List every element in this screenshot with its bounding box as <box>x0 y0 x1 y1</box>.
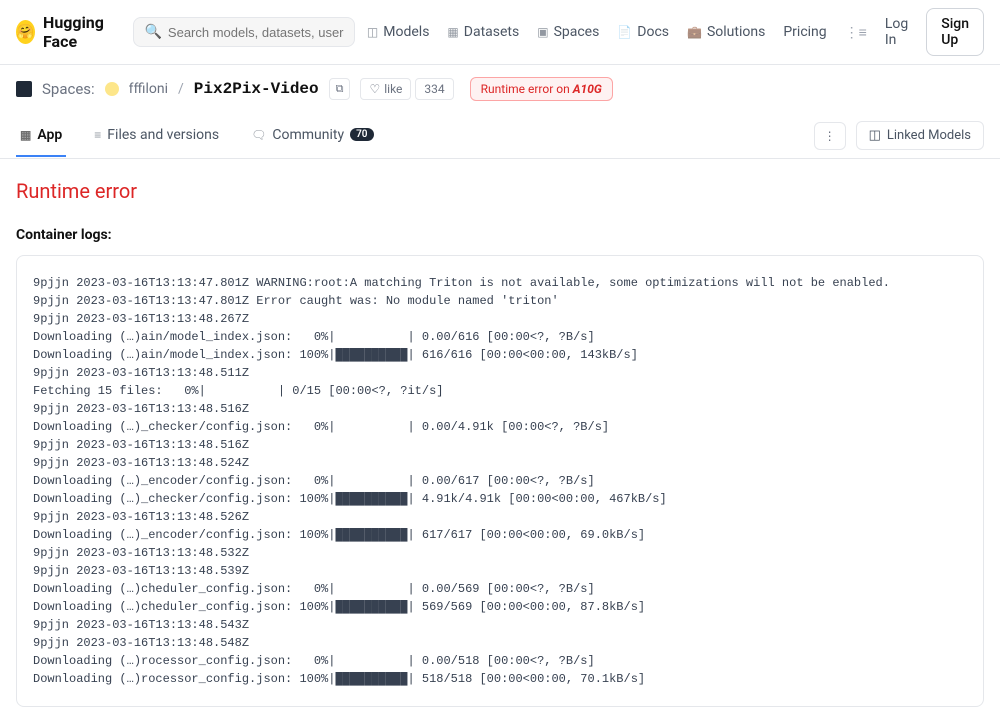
tab-files-label: Files and versions <box>107 127 219 143</box>
breadcrumb-space-name[interactable]: Pix2Pix-Video <box>194 80 319 98</box>
logs-box: 9pjjn 2023-03-16T13:13:47.801Z WARNING:r… <box>16 255 984 707</box>
content-area: Runtime error Container logs: 9pjjn 2023… <box>0 159 1000 727</box>
nav-spaces[interactable]: ▣ Spaces <box>537 24 599 40</box>
like-label: like <box>384 82 402 96</box>
nav-pricing-label: Pricing <box>783 24 826 40</box>
search-box[interactable]: 🔍 <box>133 17 354 47</box>
community-icon: 🗨 <box>251 128 266 142</box>
tab-files[interactable]: ≡ Files and versions <box>90 115 223 157</box>
nav-solutions-label: Solutions <box>707 24 765 40</box>
copy-name-button[interactable]: ⧉ <box>329 78 351 100</box>
breadcrumb-section: Spaces: <box>42 80 95 98</box>
nav-spaces-label: Spaces <box>554 24 600 40</box>
breadcrumb-user[interactable]: fffiloni <box>129 81 168 97</box>
more-menu-button[interactable]: ⋮ <box>814 122 846 150</box>
nav-right: ◫ Models ▦ Datasets ▣ Spaces 📄 Docs 💼 Solutio… <box>367 8 984 56</box>
login-link[interactable]: Log In <box>885 16 908 48</box>
like-button[interactable]: ♡ like <box>360 78 411 100</box>
tab-app[interactable]: ▦ App <box>16 115 66 157</box>
files-icon: ≡ <box>94 128 101 142</box>
solutions-icon: 💼 <box>687 25 702 39</box>
linked-models-label: Linked Models <box>887 128 971 143</box>
datasets-icon: ▦ <box>447 25 458 39</box>
brand-name: Hugging Face <box>43 13 121 51</box>
spaces-icon: ▣ <box>537 25 548 39</box>
signup-button[interactable]: Sign Up <box>926 8 984 56</box>
docs-icon: 📄 <box>617 25 632 39</box>
link-icon: ◫ <box>869 128 881 143</box>
space-grid-icon <box>16 81 32 97</box>
status-badge: Runtime error on A10G <box>470 77 613 101</box>
nav-models[interactable]: ◫ Models <box>367 24 430 40</box>
brand-logo[interactable]: 🤗 Hugging Face <box>16 13 121 51</box>
error-title: Runtime error <box>16 179 984 203</box>
models-icon: ◫ <box>367 25 378 39</box>
tab-community-label: Community <box>272 127 344 143</box>
breadcrumb: Spaces: fffiloni / Pix2Pix-Video ⧉ ♡ lik… <box>0 65 1000 113</box>
avatar <box>105 82 119 96</box>
search-input[interactable] <box>168 25 344 40</box>
nav-separator-icon: ⋮≡ <box>845 24 867 41</box>
search-icon: 🔍 <box>144 24 161 40</box>
nav-pricing[interactable]: Pricing <box>783 24 826 40</box>
tab-community[interactable]: 🗨 Community 70 <box>247 115 377 157</box>
nav-solutions[interactable]: 💼 Solutions <box>687 24 765 40</box>
nav-models-label: Models <box>383 24 429 40</box>
hf-logo-icon: 🤗 <box>16 20 35 44</box>
tabs-row: ▦ App ≡ Files and versions 🗨 Community 70 ⋮ … <box>0 113 1000 159</box>
status-hardware: A10G <box>573 82 602 96</box>
nav-docs-label: Docs <box>637 24 669 40</box>
logs-content: 9pjjn 2023-03-16T13:13:47.801Z WARNING:r… <box>33 274 967 688</box>
linked-models-button[interactable]: ◫ Linked Models <box>856 121 984 150</box>
logs-label: Container logs: <box>16 227 984 243</box>
nav-docs[interactable]: 📄 Docs <box>617 24 669 40</box>
nav-datasets-label: Datasets <box>464 24 519 40</box>
like-count: 334 <box>415 78 453 100</box>
nav-datasets[interactable]: ▦ Datasets <box>447 24 519 40</box>
breadcrumb-slash: / <box>178 81 184 97</box>
status-text: Runtime error on <box>481 82 573 96</box>
top-header: 🤗 Hugging Face 🔍 ◫ Models ▦ Datasets ▣ Spac… <box>0 0 1000 65</box>
app-icon: ▦ <box>20 128 31 142</box>
tabs-right: ⋮ ◫ Linked Models <box>814 113 984 158</box>
community-count-badge: 70 <box>350 128 373 141</box>
tab-app-label: App <box>37 127 62 143</box>
